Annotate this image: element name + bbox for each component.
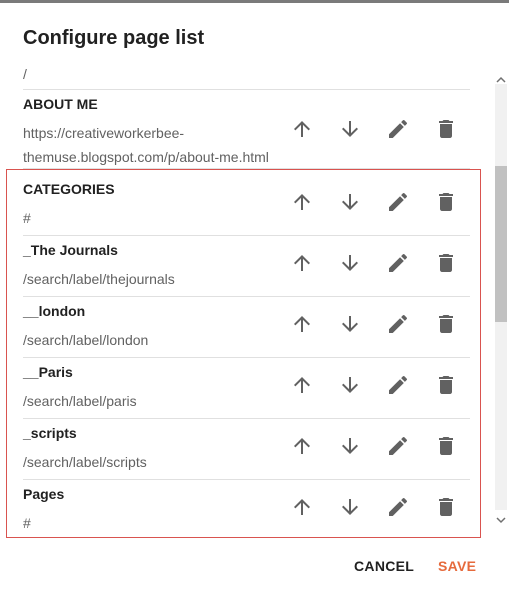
trash-icon [439, 254, 453, 272]
list-item-partial: / [23, 64, 470, 90]
delete-button[interactable] [432, 115, 460, 143]
list-item-london: __london /search/label/london [23, 297, 470, 358]
arrow-down-icon [342, 316, 358, 332]
scroll-up-arrow[interactable] [496, 72, 506, 83]
list-item-scripts: _scripts /search/label/scripts [23, 419, 470, 480]
dialog-title: Configure page list [23, 27, 205, 49]
arrow-up-icon [294, 194, 310, 210]
arrow-up-icon [294, 499, 310, 515]
pencil-icon [389, 192, 408, 211]
row-url: / [23, 66, 27, 82]
list-item-paris: __Paris /search/label/paris [23, 358, 470, 419]
arrow-down-icon [342, 377, 358, 393]
pencil-icon [389, 375, 408, 394]
edit-button[interactable] [384, 432, 412, 460]
row-url: # [23, 515, 31, 531]
pencil-icon [389, 497, 408, 516]
move-up-button[interactable] [288, 371, 316, 399]
page-list[interactable]: / ABOUT ME https://creativeworkerbee- th… [0, 64, 493, 540]
delete-button[interactable] [432, 188, 460, 216]
list-item-about-me: ABOUT ME https://creativeworkerbee- them… [23, 90, 470, 169]
row-name: CATEGORIES [23, 181, 115, 197]
delete-button[interactable] [432, 249, 460, 277]
pencil-icon [389, 119, 408, 138]
row-name: __Paris [23, 364, 73, 380]
top-edge [0, 0, 509, 3]
cancel-button[interactable]: CANCEL [354, 558, 414, 574]
move-down-button[interactable] [336, 493, 364, 521]
trash-icon [439, 120, 453, 138]
trash-icon [439, 315, 453, 333]
move-down-button[interactable] [336, 249, 364, 277]
arrow-down-icon [342, 499, 358, 515]
pencil-icon [389, 314, 408, 333]
delete-button[interactable] [432, 432, 460, 460]
move-down-button[interactable] [336, 432, 364, 460]
arrow-down-icon [342, 121, 358, 137]
scrollbar[interactable] [493, 70, 509, 526]
delete-button[interactable] [432, 371, 460, 399]
pencil-icon [389, 436, 408, 455]
arrow-down-icon [342, 194, 358, 210]
row-name: __london [23, 303, 86, 319]
arrow-up-icon [294, 316, 310, 332]
chevron-down-icon [496, 517, 506, 524]
row-url-cont: themuse.blogspot.com/p/about-me.html [23, 149, 269, 165]
row-url: /search/label/scripts [23, 454, 147, 470]
edit-button[interactable] [384, 493, 412, 521]
trash-icon [439, 498, 453, 516]
row-name: _The Journals [23, 242, 118, 258]
arrow-down-icon [342, 438, 358, 454]
move-down-button[interactable] [336, 371, 364, 399]
list-item-categories: CATEGORIES # [23, 169, 470, 236]
move-down-button[interactable] [336, 115, 364, 143]
edit-button[interactable] [384, 249, 412, 277]
pencil-icon [389, 253, 408, 272]
move-up-button[interactable] [288, 115, 316, 143]
move-up-button[interactable] [288, 310, 316, 338]
list-item-the-journals: _The Journals /search/label/thejournals [23, 236, 470, 297]
scroll-thumb[interactable] [495, 166, 507, 322]
row-name: _scripts [23, 425, 77, 441]
edit-button[interactable] [384, 188, 412, 216]
move-up-button[interactable] [288, 493, 316, 521]
delete-button[interactable] [432, 493, 460, 521]
trash-icon [439, 437, 453, 455]
row-name: Pages [23, 486, 65, 502]
trash-icon [439, 376, 453, 394]
save-button[interactable]: SAVE [438, 558, 476, 574]
arrow-up-icon [294, 255, 310, 271]
scroll-down-arrow[interactable] [496, 512, 506, 524]
move-up-button[interactable] [288, 249, 316, 277]
trash-icon [439, 193, 453, 211]
row-name: ABOUT ME [23, 96, 98, 112]
arrow-up-icon [294, 377, 310, 393]
row-url: # [23, 210, 31, 226]
edit-button[interactable] [384, 310, 412, 338]
arrow-down-icon [342, 255, 358, 271]
edit-button[interactable] [384, 115, 412, 143]
move-up-button[interactable] [288, 432, 316, 460]
arrow-up-icon [294, 438, 310, 454]
move-down-button[interactable] [336, 188, 364, 216]
edit-button[interactable] [384, 371, 412, 399]
row-url: /search/label/paris [23, 393, 137, 409]
move-up-button[interactable] [288, 188, 316, 216]
move-down-button[interactable] [336, 310, 364, 338]
delete-button[interactable] [432, 310, 460, 338]
arrow-up-icon [294, 121, 310, 137]
row-url: /search/label/thejournals [23, 271, 175, 287]
list-item-pages: Pages # [23, 480, 470, 540]
row-url: https://creativeworkerbee- [23, 125, 185, 141]
row-url: /search/label/london [23, 332, 149, 348]
